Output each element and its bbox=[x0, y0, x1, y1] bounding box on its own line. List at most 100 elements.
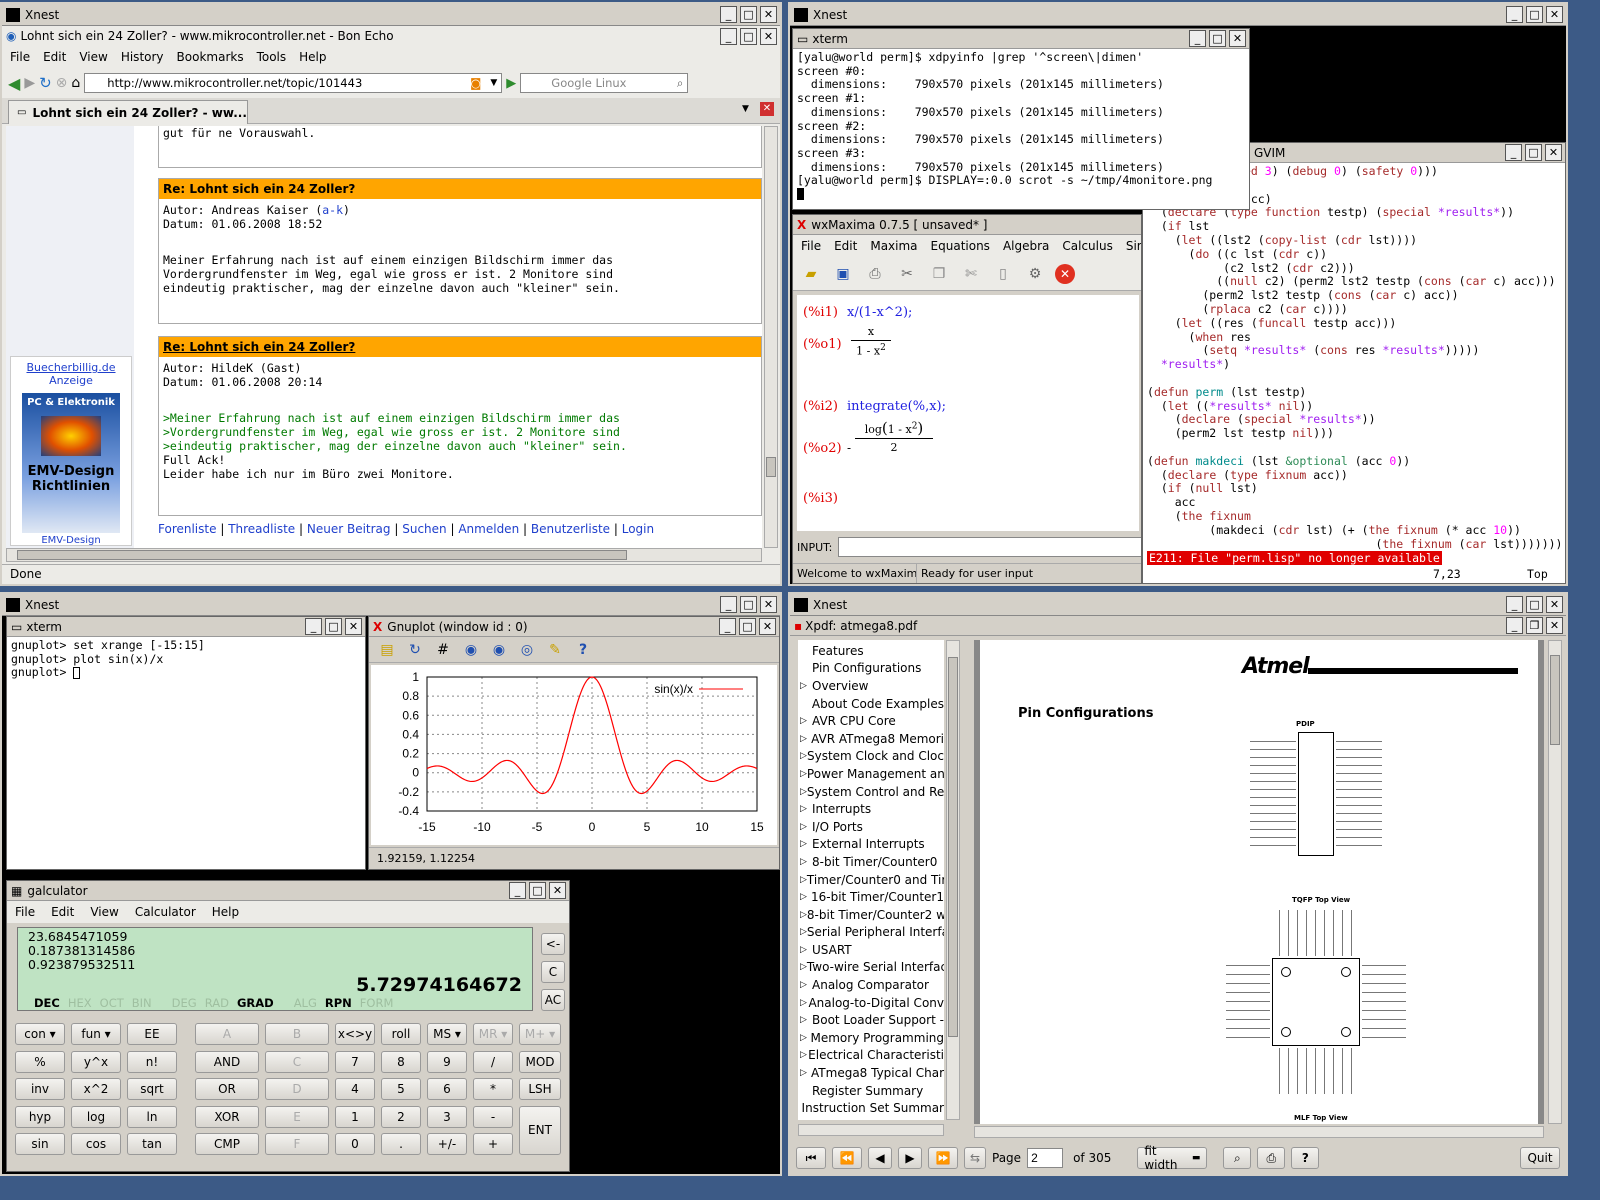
quit-button[interactable]: Quit bbox=[1520, 1147, 1560, 1169]
calc-key[interactable]: . bbox=[381, 1133, 421, 1155]
xnest-titlebar[interactable]: Xnest _ □ ✕ bbox=[790, 4, 1566, 26]
find-icon[interactable]: ⌕ bbox=[1223, 1147, 1252, 1169]
calc-key[interactable]: AND bbox=[195, 1050, 259, 1073]
expand-arrow-icon[interactable]: ▷ bbox=[798, 751, 807, 761]
search-icon[interactable]: ⌕ bbox=[677, 76, 683, 91]
home-icon[interactable]: ⌂ bbox=[71, 75, 80, 91]
outline-item[interactable]: ▷ Timer/Counter0 and Tir bbox=[798, 871, 944, 889]
menu-tools[interactable]: Tools bbox=[257, 50, 287, 64]
menu-edit[interactable]: Edit bbox=[51, 905, 74, 919]
new-icon[interactable]: ▯ bbox=[991, 263, 1015, 285]
calc-key[interactable]: 1 bbox=[335, 1105, 375, 1128]
zoom-previous-icon[interactable]: ◉ bbox=[459, 639, 483, 661]
outline-item[interactable]: ▷ Boot Loader Support - bbox=[798, 1011, 944, 1029]
calc-key[interactable]: sin bbox=[15, 1133, 65, 1155]
xterm-titlebar[interactable]: ▭ xterm _ □ ✕ bbox=[793, 29, 1249, 49]
wxmaxima-titlebar[interactable]: XwxMaxima 0.7.5 [ unsaved* ] bbox=[793, 215, 1141, 235]
calc-key[interactable]: cos bbox=[71, 1133, 121, 1155]
menu-help[interactable]: Help bbox=[212, 905, 239, 919]
calc-key[interactable]: fun ▾ bbox=[71, 1023, 121, 1045]
post-header[interactable]: Re: Lohnt sich ein 24 Zoller? bbox=[159, 337, 761, 357]
calc-key[interactable]: 0 bbox=[335, 1133, 375, 1155]
close-icon[interactable]: ✕ bbox=[760, 596, 777, 613]
close-icon[interactable]: ✕ bbox=[345, 618, 362, 635]
link-anmelden[interactable]: Anmelden bbox=[458, 522, 519, 536]
wxmaxima-worksheet[interactable]: (%i1) x/(1-x^2); (%o1) x 1 - x2 (%i2) in… bbox=[797, 295, 1139, 531]
mode-bin[interactable]: BIN bbox=[132, 996, 152, 1010]
minimize-icon[interactable]: _ bbox=[1189, 30, 1206, 47]
outline-item[interactable]: Features bbox=[798, 642, 944, 660]
outline-item[interactable]: ▷ 8-bit Timer/Counter0 bbox=[798, 853, 944, 871]
calc-key[interactable]: MS ▾ bbox=[427, 1023, 467, 1045]
link-suchen[interactable]: Suchen bbox=[402, 522, 446, 536]
all-clear-button[interactable]: AC bbox=[541, 989, 565, 1011]
minimize-icon[interactable]: _ bbox=[1506, 596, 1523, 613]
calc-key[interactable]: B bbox=[265, 1023, 329, 1045]
input-cell[interactable]: integrate(%,x); bbox=[847, 399, 946, 414]
link-forenliste[interactable]: Forenliste bbox=[158, 522, 216, 536]
expand-arrow-icon[interactable]: ▷ bbox=[798, 857, 812, 867]
tab-active[interactable]: ▭ Lohnt sich ein 24 Zoller? - ww... bbox=[8, 100, 248, 124]
page-hscrollbar[interactable] bbox=[974, 1126, 1544, 1138]
expand-arrow-icon[interactable]: ▷ bbox=[798, 945, 812, 955]
maxima-input-field[interactable] bbox=[838, 537, 1141, 557]
galculator-titlebar[interactable]: ▦ galculator _ □ ✕ bbox=[7, 881, 569, 901]
expand-arrow-icon[interactable]: ▷ bbox=[798, 910, 807, 920]
reload-icon[interactable]: ↻ bbox=[39, 74, 52, 92]
dropdown-icon[interactable]: ▼ bbox=[490, 78, 497, 88]
maximize-icon[interactable]: □ bbox=[740, 27, 757, 45]
menu-algebra[interactable]: Algebra bbox=[1003, 239, 1049, 253]
menu-edit[interactable]: Edit bbox=[834, 239, 857, 253]
menu-file[interactable]: File bbox=[10, 50, 30, 64]
menu-view[interactable]: View bbox=[90, 905, 118, 919]
expand-arrow-icon[interactable]: ▷ bbox=[798, 839, 812, 849]
calc-key[interactable]: 7 bbox=[335, 1050, 375, 1073]
stop-icon[interactable]: ⊗ bbox=[56, 75, 68, 91]
help-icon[interactable]: ? bbox=[1291, 1147, 1320, 1169]
mode-alg[interactable]: ALG bbox=[294, 996, 317, 1010]
maximize-icon[interactable]: □ bbox=[740, 6, 757, 23]
minimize-icon[interactable]: _ bbox=[509, 882, 526, 899]
outline-item[interactable]: ▷ Analog-to-Digital Conv bbox=[798, 994, 944, 1012]
xnest-titlebar[interactable]: Xnest _ □ ✕ bbox=[2, 594, 780, 616]
calc-key[interactable]: - bbox=[473, 1105, 513, 1128]
rss-icon[interactable]: ◙ bbox=[470, 76, 481, 90]
calc-key[interactable]: ln bbox=[127, 1105, 177, 1128]
page-scrollbar[interactable] bbox=[1548, 640, 1562, 1124]
clear-button[interactable]: C bbox=[541, 961, 565, 983]
back-ten-icon[interactable]: ⏪ bbox=[832, 1147, 862, 1169]
help-icon[interactable]: ? bbox=[571, 639, 595, 661]
expand-arrow-icon[interactable]: ▷ bbox=[798, 716, 812, 726]
menu-file[interactable]: File bbox=[15, 905, 35, 919]
calc-key[interactable]: OR bbox=[195, 1078, 259, 1100]
xpdf-titlebar[interactable]: ▪ Xpdf: atmega8.pdf _ ❐ ✕ bbox=[790, 616, 1566, 636]
calc-key[interactable]: +/- bbox=[427, 1133, 467, 1155]
mode-hex[interactable]: HEX bbox=[68, 996, 92, 1010]
scroll-thumb[interactable] bbox=[17, 550, 627, 560]
gnuplot-chart[interactable]: -15 -10 -5 0 5 10 15 1 0.8 0.6 0.4 0.2 0 -0.2 -0.4 sin… bbox=[371, 665, 777, 845]
calc-key[interactable]: y^x bbox=[71, 1050, 121, 1073]
interrupt-icon[interactable]: ✕ bbox=[1055, 263, 1075, 284]
expand-arrow-icon[interactable]: ▷ bbox=[798, 875, 807, 885]
expand-arrow-icon[interactable]: ▷ bbox=[798, 1050, 808, 1060]
calc-key[interactable]: EE bbox=[127, 1023, 177, 1045]
calc-key[interactable]: E bbox=[265, 1105, 329, 1128]
outline-item[interactable]: ▷ ATmega8 Typical Char bbox=[798, 1064, 944, 1082]
calc-key[interactable]: ENT bbox=[519, 1105, 561, 1155]
outline-item[interactable]: ▷ AVR ATmega8 Memori bbox=[798, 730, 944, 748]
mode-rad[interactable]: RAD bbox=[205, 996, 229, 1010]
close-icon[interactable]: ✕ bbox=[549, 882, 566, 899]
outline-item[interactable]: About Code Examples bbox=[798, 695, 944, 713]
outline-item[interactable]: ▷ 16-bit Timer/Counter1 bbox=[798, 888, 944, 906]
menu-calculator[interactable]: Calculator bbox=[135, 905, 196, 919]
outline-item[interactable]: ▷ Overview bbox=[798, 677, 944, 695]
pdf-view[interactable]: Atmel Pin Configurations PDIP TQFP Top V… bbox=[974, 640, 1544, 1124]
calc-key[interactable]: 3 bbox=[427, 1105, 467, 1128]
gvim-buffer[interactable]: ize (speed 3) (debug 0) (safety 0))) st … bbox=[1147, 164, 1562, 551]
expand-arrow-icon[interactable]: ▷ bbox=[798, 927, 807, 937]
outline-item[interactable]: ▷ USART bbox=[798, 941, 944, 959]
expand-arrow-icon[interactable]: ▷ bbox=[798, 804, 812, 814]
calc-key[interactable]: 4 bbox=[335, 1078, 375, 1100]
cut-icon[interactable]: ✄ bbox=[959, 263, 983, 285]
calc-key[interactable]: 2 bbox=[381, 1105, 421, 1128]
